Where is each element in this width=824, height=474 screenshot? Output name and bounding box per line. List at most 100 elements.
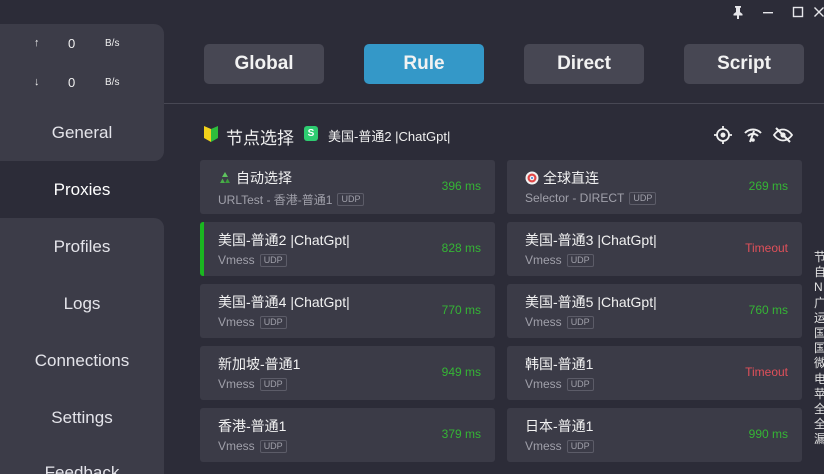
udp-badge: UDP [259,315,287,329]
sidebar-item-proxies[interactable]: Proxies [0,161,164,218]
proxy-card-global-direct[interactable]: 全球直连 Selector - DIRECT UDP 269 ms [507,160,802,214]
udp-badge: UDP [337,193,365,206]
group-index-item[interactable]: 苹 [814,387,824,402]
proxy-card-singapore-1[interactable]: 新加坡-普通1 Vmess UDP 949 ms [200,346,495,400]
minimize-icon[interactable] [757,3,779,21]
group-index-item[interactable]: 自 [814,265,824,280]
sidebar-item-connections[interactable]: Connections [0,332,164,389]
download-speed: ↓ 0 B/s [0,73,164,93]
group-index-item[interactable]: 全 [814,417,824,432]
upload-arrow-icon: ↑ [34,37,40,49]
proxy-card-us-3[interactable]: 美国-普通3 |ChatGpt| Vmess UDP Timeout [507,222,802,276]
recycle-icon [218,171,232,185]
proxy-delay[interactable]: 760 ms [749,303,788,317]
group-index-item[interactable]: 电 [814,372,824,387]
proxy-card-japan-1[interactable]: 日本-普通1 Vmess UDP 990 ms [507,408,802,462]
proxy-delay[interactable]: 990 ms [749,427,788,441]
proxy-delay[interactable]: 269 ms [749,179,788,193]
divider [164,103,824,104]
proxy-type-text: Vmess [525,253,562,267]
udp-badge: UDP [566,253,594,267]
proxy-name: 全球直连 [525,168,599,188]
group-index-item[interactable]: 运 [814,311,824,326]
upload-speed: ↑ 0 B/s [0,34,164,54]
group-index-item[interactable]: 国 [814,341,824,356]
mode-direct-button[interactable]: Direct [524,44,644,84]
proxy-delay[interactable]: 770 ms [442,303,481,317]
sidebar-item-label: Proxies [53,179,111,199]
proxy-group-name: 节点选择 [226,129,294,148]
proxy-card-us-5[interactable]: 美国-普通5 |ChatGpt| Vmess UDP 760 ms [507,284,802,338]
proxy-type-text: Vmess [525,439,562,453]
udp-badge: UDP [566,315,594,329]
sidebar-item-label: Logs [63,293,101,313]
proxy-type-text: Vmess [218,253,255,267]
proxy-type: Vmess UDP [218,439,287,453]
proxy-type-text: Vmess [218,377,255,391]
proxy-type-text: Vmess [218,315,255,329]
proxy-card-hongkong-1[interactable]: 香港-普通1 Vmess UDP 379 ms [200,408,495,462]
proxy-card-us-2[interactable]: 美国-普通2 |ChatGpt| Vmess UDP 828 ms [200,222,495,276]
download-arrow-icon: ↓ [34,76,40,88]
udp-badge: UDP [259,253,287,267]
proxy-type-text: Vmess [218,439,255,453]
proxy-type: Vmess UDP [525,315,594,329]
proxy-delay[interactable]: 379 ms [442,427,481,441]
sidebar-item-logs[interactable]: Logs [0,275,164,332]
proxy-name: 美国-普通5 |ChatGpt| [525,294,657,310]
mode-script-button[interactable]: Script [684,44,804,84]
group-index-item[interactable]: 全 [814,402,824,417]
proxy-type: Vmess UDP [525,377,594,391]
hide-icon[interactable] [772,125,794,145]
sidebar-item-feedback[interactable]: Feedback [0,446,164,474]
maximize-icon[interactable] [787,3,809,21]
beginner-shield-icon [204,126,218,142]
sidebar-item-label: Settings [51,407,113,427]
locate-icon[interactable] [713,125,733,145]
proxy-type-text: URLTest - 香港-普通1 [218,193,333,207]
proxy-type-text: Vmess [525,315,562,329]
download-value: 0 [68,75,76,90]
download-unit: B/s [105,77,120,88]
group-index-item[interactable]: 漏 [814,432,824,447]
udp-badge: UDP [259,439,287,453]
proxy-name: 新加坡-普通1 [218,356,301,372]
proxy-name: 日本-普通1 [525,418,594,434]
proxy-card-auto-select[interactable]: 自动选择 URLTest - 香港-普通1 UDP 396 ms [200,160,495,214]
group-index-item[interactable]: 国 [814,326,824,341]
proxy-name: 美国-普通3 |ChatGpt| [525,232,657,248]
sidebar: ↑ 0 B/s ↓ 0 B/s General Proxies Profiles… [0,24,164,474]
sidebar-item-label: Profiles [53,236,111,256]
proxy-type: Vmess UDP [525,253,594,267]
proxy-card-us-4[interactable]: 美国-普通4 |ChatGpt| Vmess UDP 770 ms [200,284,495,338]
pin-icon[interactable] [727,3,749,21]
sidebar-item-profiles[interactable]: Profiles [0,218,164,275]
udp-badge: UDP [629,191,657,205]
upload-value: 0 [68,36,76,51]
mode-rule-button[interactable]: Rule [364,44,484,84]
proxy-group-header[interactable]: 节点选择 S 美国-普通2 |ChatGpt| [204,124,804,148]
proxy-card-korea-1[interactable]: 韩国-普通1 Vmess UDP Timeout [507,346,802,400]
target-icon [525,171,539,185]
group-index-item[interactable]: N [814,280,824,295]
sidebar-item-settings[interactable]: Settings [0,389,164,446]
udp-badge: UDP [566,377,594,391]
sidebar-item-general[interactable]: General [0,104,164,161]
traffic-panel: ↑ 0 B/s ↓ 0 B/s [0,24,164,104]
speed-test-icon[interactable] [743,125,763,145]
proxy-delay[interactable]: 828 ms [442,241,481,255]
group-index-item[interactable]: 微 [814,356,824,371]
close-icon[interactable] [808,3,824,21]
proxy-name-text: 自动选择 [236,170,292,186]
proxy-delay[interactable]: 396 ms [442,179,481,193]
proxy-group-current: 美国-普通2 |ChatGpt| [328,129,451,144]
proxy-delay[interactable]: Timeout [745,241,788,255]
selector-badge: S [304,126,318,141]
proxy-delay[interactable]: 949 ms [442,365,481,379]
group-index-item[interactable]: 节 [814,250,824,265]
title-bar [0,0,824,24]
group-index-item[interactable]: 广 [814,296,824,311]
mode-global-button[interactable]: Global [204,44,324,84]
proxy-delay[interactable]: Timeout [745,365,788,379]
proxy-name: 美国-普通4 |ChatGpt| [218,294,350,310]
